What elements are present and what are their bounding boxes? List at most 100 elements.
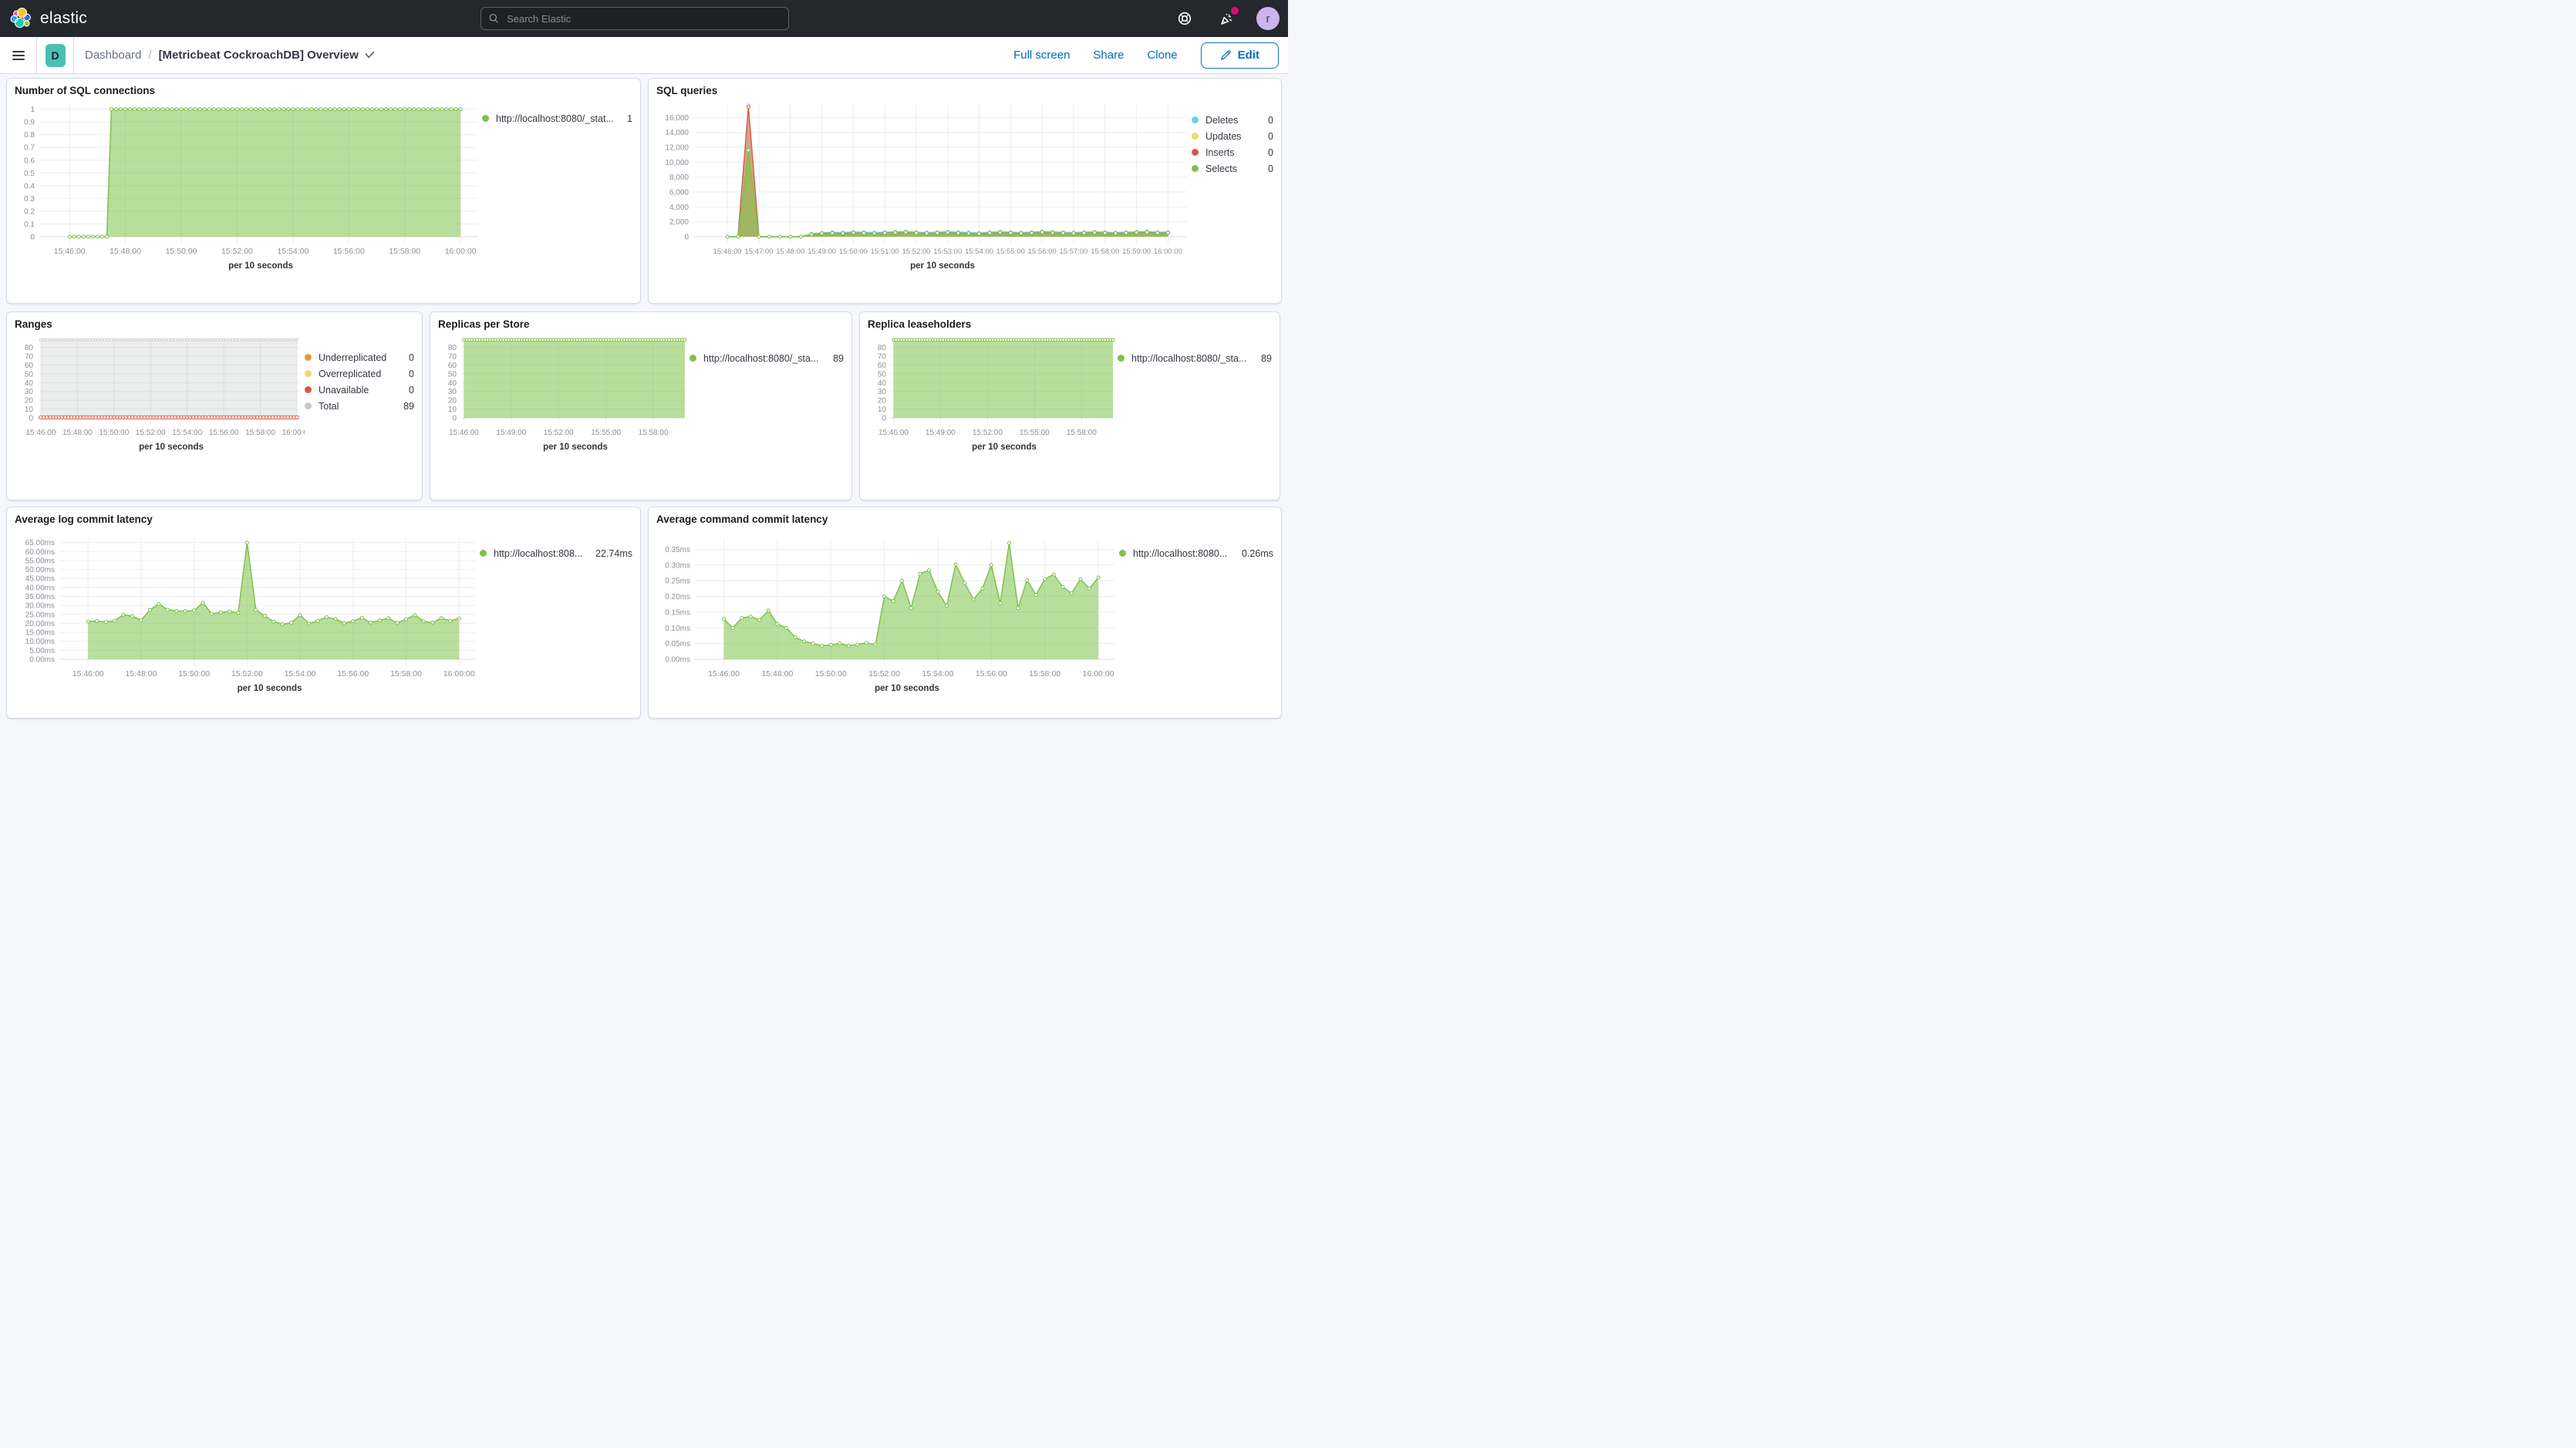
dashboard-toolbar: D Dashboard / [Metricbeat CockroachDB] O… xyxy=(0,37,1288,74)
elastic-logo-icon xyxy=(9,7,32,30)
legend-item[interactable]: http://localhost:8080/_stat...1 xyxy=(482,110,632,126)
svg-text:15:46:00: 15:46:00 xyxy=(72,669,104,679)
x-axis-unit-label: per 10 seconds xyxy=(12,684,480,693)
notification-badge xyxy=(1231,7,1239,15)
svg-text:30: 30 xyxy=(448,388,457,396)
svg-text:0: 0 xyxy=(882,415,886,423)
chart-replicas-per-store[interactable]: 0102030405060708015:46:0015:49:0015:52:0… xyxy=(435,332,690,442)
chart-ranges[interactable]: 0102030405060708015:46:0015:48:0015:50:0… xyxy=(12,332,305,442)
legend-label: Inserts xyxy=(1205,147,1260,158)
svg-text:15:52:00: 15:52:00 xyxy=(973,429,1003,437)
legend-item[interactable]: Updates0 xyxy=(1192,128,1273,144)
clone-button[interactable]: Clone xyxy=(1147,49,1177,62)
legend-item[interactable]: Total89 xyxy=(305,398,414,414)
svg-text:10.00ms: 10.00ms xyxy=(25,638,55,646)
chart-legend: http://localhost:8080/_sta...89 xyxy=(690,332,845,452)
svg-text:20: 20 xyxy=(25,397,34,406)
legend-item[interactable]: Overreplicated0 xyxy=(305,365,414,382)
svg-text:15:52:00: 15:52:00 xyxy=(902,248,930,256)
svg-text:50: 50 xyxy=(878,370,887,379)
svg-text:16:00:00: 16:00:00 xyxy=(1083,669,1114,679)
dashboard-title-button[interactable]: [Metricbeat CockroachDB] Overview xyxy=(159,49,375,62)
svg-text:30.00ms: 30.00ms xyxy=(25,602,55,611)
svg-text:0.15ms: 0.15ms xyxy=(665,608,690,617)
svg-text:15:50:00: 15:50:00 xyxy=(815,669,847,679)
svg-text:15:48:00: 15:48:00 xyxy=(110,247,141,256)
chart-average-command-commit-latency[interactable]: 0.00ms0.05ms0.10ms0.15ms0.20ms0.25ms0.30… xyxy=(653,533,1119,683)
svg-text:0: 0 xyxy=(29,415,33,423)
panel-sql-queries: SQL queries 02,0004,0006,0008,00010,0001… xyxy=(648,78,1282,304)
search-input[interactable] xyxy=(505,12,781,25)
legend-item[interactable]: Underreplicated0 xyxy=(305,349,414,365)
elastic-logo[interactable]: elastic xyxy=(0,7,98,30)
svg-text:15:50:00: 15:50:00 xyxy=(166,247,197,256)
svg-text:35.00ms: 35.00ms xyxy=(25,593,55,601)
chart-legend: http://localhost:8080...0.26ms xyxy=(1119,527,1275,693)
svg-text:20.00ms: 20.00ms xyxy=(25,620,55,628)
svg-text:0.35ms: 0.35ms xyxy=(665,546,690,554)
svg-text:4,000: 4,000 xyxy=(669,204,689,212)
svg-text:10: 10 xyxy=(25,406,34,414)
svg-text:15:56:00: 15:56:00 xyxy=(209,429,239,437)
chart-legend: http://localhost:8080/_stat...1 xyxy=(482,98,634,271)
legend-item[interactable]: Deletes0 xyxy=(1192,112,1273,128)
dashboard-app-badge-wrap[interactable]: D xyxy=(37,37,74,73)
legend-item[interactable]: http://localhost:8080/_sta...89 xyxy=(1118,350,1272,366)
legend-item[interactable]: http://localhost:8080...0.26ms xyxy=(1119,545,1273,561)
svg-text:0: 0 xyxy=(30,234,35,242)
legend-item[interactable]: Selects0 xyxy=(1192,160,1273,177)
svg-text:15:58:00: 15:58:00 xyxy=(639,429,669,437)
legend-item[interactable]: http://localhost:8080/_sta...89 xyxy=(690,350,844,366)
chart-replica-leaseholders[interactable]: 0102030405060708015:46:0015:49:0015:52:0… xyxy=(865,332,1118,442)
full-screen-button[interactable]: Full screen xyxy=(1013,49,1070,62)
legend-item[interactable]: Unavailable0 xyxy=(305,382,414,398)
panel-average-command-commit-latency: Average command commit latency 0.00ms0.0… xyxy=(648,507,1282,719)
legend-label: http://localhost:8080/_sta... xyxy=(1131,353,1253,364)
svg-text:80: 80 xyxy=(878,344,887,352)
legend-label: Deletes xyxy=(1205,115,1260,126)
breadcrumb-dashboard-link[interactable]: Dashboard xyxy=(85,49,141,62)
svg-text:16:00:00: 16:00:00 xyxy=(445,247,477,256)
share-button[interactable]: Share xyxy=(1093,49,1124,62)
svg-text:15:56:00: 15:56:00 xyxy=(337,669,369,679)
svg-text:15:57:00: 15:57:00 xyxy=(1059,248,1087,256)
legend-label: Unavailable xyxy=(319,385,401,396)
svg-text:20: 20 xyxy=(448,397,457,406)
svg-text:15:52:00: 15:52:00 xyxy=(231,669,263,679)
help-button[interactable] xyxy=(1172,6,1197,31)
main-menu-button[interactable] xyxy=(0,37,37,73)
user-avatar: r xyxy=(1256,7,1280,30)
edit-button[interactable]: Edit xyxy=(1201,42,1279,69)
svg-text:0.20ms: 0.20ms xyxy=(665,593,690,601)
chart-number-of-sql-connections[interactable]: 00.10.20.30.40.50.60.70.80.9115:46:0015:… xyxy=(12,98,482,261)
svg-text:15:50:00: 15:50:00 xyxy=(839,248,868,256)
chart-sql-queries[interactable]: 02,0004,0006,0008,00010,00012,00014,0001… xyxy=(653,98,1192,261)
panel-title: Average log commit latency xyxy=(7,507,640,527)
news-button[interactable] xyxy=(1214,6,1239,31)
logo-wordmark: elastic xyxy=(40,9,87,28)
x-axis-unit-label: per 10 seconds xyxy=(653,261,1192,271)
svg-text:15:49:00: 15:49:00 xyxy=(926,429,956,437)
svg-text:5.00ms: 5.00ms xyxy=(29,647,55,655)
legend-value: 0.26ms xyxy=(1242,548,1273,559)
svg-text:0.30ms: 0.30ms xyxy=(665,561,690,570)
chart-average-log-commit-latency[interactable]: 0.00ms5.00ms10.00ms15.00ms20.00ms25.00ms… xyxy=(12,533,480,683)
legend-label: Updates xyxy=(1205,131,1260,142)
chart-legend: Deletes0Updates0Inserts0Selects0 xyxy=(1192,98,1275,271)
svg-text:30: 30 xyxy=(878,388,887,396)
edit-button-label: Edit xyxy=(1238,49,1259,62)
svg-text:8,000: 8,000 xyxy=(669,173,689,182)
global-search[interactable] xyxy=(480,7,789,30)
legend-item[interactable]: Inserts0 xyxy=(1192,144,1273,160)
svg-text:60: 60 xyxy=(878,362,887,370)
legend-value: 89 xyxy=(403,401,414,412)
svg-text:15:46:00: 15:46:00 xyxy=(713,248,742,256)
legend-color-dot xyxy=(1119,550,1126,557)
user-menu-button[interactable]: r xyxy=(1256,6,1280,31)
svg-text:15:47:00: 15:47:00 xyxy=(744,248,773,256)
legend-item[interactable]: http://localhost:808...22.74ms xyxy=(480,545,632,561)
svg-text:16:00:00: 16:00:00 xyxy=(1154,248,1182,256)
legend-value: 22.74ms xyxy=(595,548,632,559)
svg-text:10,000: 10,000 xyxy=(665,159,689,167)
svg-text:15:49:00: 15:49:00 xyxy=(808,248,836,256)
